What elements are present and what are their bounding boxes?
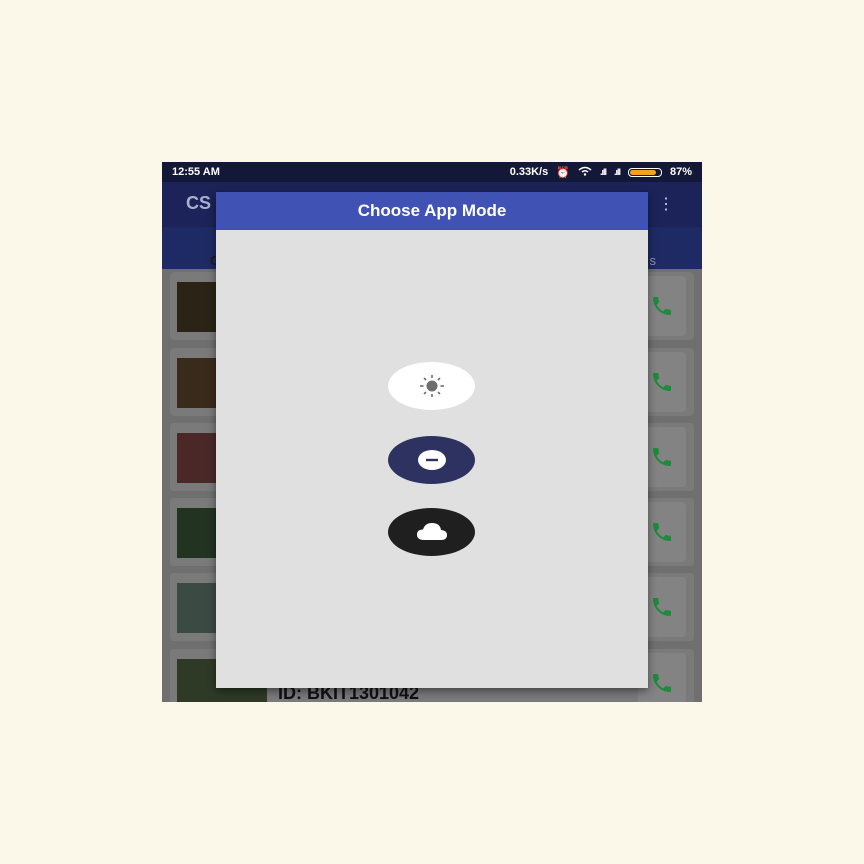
cloud-icon [416, 523, 447, 540]
sun-icon [419, 375, 444, 397]
dialog-title: Choose App Mode [357, 201, 507, 220]
dim-mode-button[interactable] [388, 436, 475, 484]
phone-icon [653, 674, 671, 692]
signal-icon: .ıll [613, 167, 621, 177]
phone-icon [653, 297, 671, 315]
light-mode-button[interactable] [388, 362, 475, 410]
more-vert-icon[interactable]: ⋮ [658, 194, 674, 214]
battery-percent: 87% [669, 166, 692, 178]
phone-icon [653, 373, 671, 391]
app-mode-dialog: Choose App Mode [216, 192, 648, 688]
app-title: CS [186, 193, 212, 213]
alarm-icon: ⏰ [556, 166, 570, 179]
status-time: 12:55 AM [172, 166, 220, 178]
tab-right[interactable]: s [650, 253, 657, 268]
wifi-icon [578, 166, 592, 179]
phone-screen: 12:55 AM 0.33K/s ⏰ .ıll .ıll 87% CS ⋮ C … [162, 162, 702, 702]
phone-icon [653, 523, 671, 541]
phone-icon [653, 448, 671, 466]
battery-icon [627, 167, 662, 177]
battery-fill [629, 169, 656, 175]
status-icons: 0.33K/s ⏰ .ıll .ıll 87% [510, 166, 692, 179]
phone-icon [653, 598, 671, 616]
dialog-header: Choose App Mode [216, 192, 648, 230]
signal-icon: .ıll [599, 167, 607, 177]
status-bar: 12:55 AM 0.33K/s ⏰ .ıll .ıll 87% [162, 162, 702, 182]
dark-mode-button[interactable] [388, 508, 475, 556]
minus-circle-icon [417, 450, 446, 470]
network-speed: 0.33K/s [509, 166, 549, 178]
